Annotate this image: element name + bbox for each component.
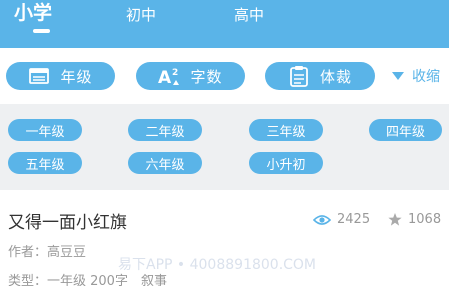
grade-chip-6[interactable]: 六年级 bbox=[128, 152, 202, 174]
article-author: 作者：高豆豆 bbox=[8, 245, 87, 260]
grade-panel: 一年级 二年级 三年级 四年级 五年级 六年级 小升初 bbox=[0, 104, 449, 190]
grade-chip-5[interactable]: 五年级 bbox=[8, 152, 82, 174]
article-list-item[interactable]: 又得一面小红旗 2425 1068 作者：高豆豆 易下APP • 4008891… bbox=[0, 190, 449, 286]
svg-text:2: 2 bbox=[172, 68, 178, 78]
like-count: 1068 bbox=[388, 212, 441, 227]
filter-genre-label: 体裁 bbox=[319, 67, 352, 86]
filter-grade-button[interactable]: 年级 bbox=[6, 62, 115, 90]
view-count-value: 2425 bbox=[337, 212, 371, 227]
filter-grade-label: 年级 bbox=[60, 67, 93, 86]
eye-icon bbox=[313, 214, 331, 226]
triangle-down-icon bbox=[392, 72, 404, 80]
filter-word-count-label: 字数 bbox=[190, 67, 223, 86]
top-tab-bar: 小学 初中 高中 bbox=[0, 0, 449, 48]
article-title: 又得一面小红旗 bbox=[8, 213, 127, 233]
active-tab-indicator bbox=[33, 29, 50, 33]
grade-chip-4[interactable]: 四年级 bbox=[369, 119, 442, 141]
grade-chip-2[interactable]: 二年级 bbox=[128, 119, 202, 141]
filter-bar: 年级 A 2 字数 体裁 收缩 bbox=[0, 48, 449, 104]
view-count: 2425 bbox=[313, 212, 370, 227]
star-icon bbox=[388, 213, 402, 226]
grade-chip-graduation[interactable]: 小升初 bbox=[249, 152, 323, 174]
collapse-toggle[interactable]: 收缩 bbox=[392, 62, 440, 90]
tab-junior-high[interactable]: 初中 bbox=[126, 4, 156, 26]
grade-chip-3[interactable]: 三年级 bbox=[249, 119, 323, 141]
like-count-value: 1068 bbox=[408, 212, 442, 227]
tab-primary-school[interactable]: 小学 bbox=[14, 2, 52, 24]
grade-chip-1[interactable]: 一年级 bbox=[8, 119, 82, 141]
clipboard-icon bbox=[288, 65, 310, 87]
svg-text:A: A bbox=[158, 68, 172, 86]
article-type: 类型：一年级 200字 叙事 bbox=[8, 274, 167, 286]
collapse-label: 收缩 bbox=[412, 69, 440, 85]
filter-word-count-button[interactable]: A 2 字数 bbox=[136, 62, 245, 90]
font-size-icon: A 2 bbox=[158, 65, 180, 87]
filter-genre-button[interactable]: 体裁 bbox=[265, 62, 375, 90]
tab-senior-high[interactable]: 高中 bbox=[234, 4, 264, 26]
calendar-icon bbox=[28, 65, 50, 87]
